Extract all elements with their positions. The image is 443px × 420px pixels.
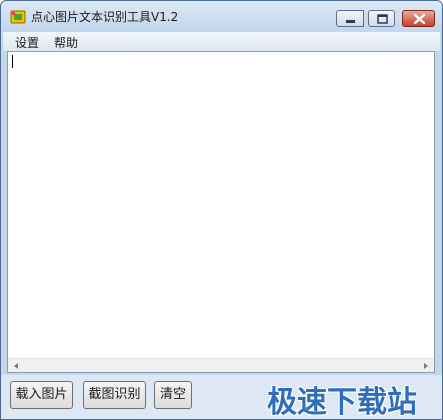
bottom-toolbar: 载入图片 截图识别 清空 极速下载站 (1, 375, 442, 419)
close-button[interactable] (402, 10, 435, 27)
clear-button[interactable]: 清空 (154, 381, 192, 409)
close-icon (413, 13, 426, 25)
load-image-button[interactable]: 载入图片 (10, 381, 73, 409)
scroll-right-arrow-icon[interactable] (421, 361, 431, 371)
menu-bar: 设置 帮助 (3, 32, 440, 51)
capture-recognize-button[interactable]: 截图识别 (83, 381, 146, 409)
menu-item-help[interactable]: 帮助 (54, 34, 78, 51)
minimize-button[interactable] (336, 10, 364, 27)
maximize-button[interactable] (368, 10, 395, 27)
window-title: 点心图片文本识别工具V1.2 (31, 10, 179, 24)
text-caret (12, 55, 13, 68)
maximize-icon (377, 14, 388, 24)
result-text-area[interactable] (7, 51, 435, 373)
site-watermark: 极速下载站 (267, 385, 417, 420)
scroll-left-arrow-icon[interactable] (11, 361, 21, 371)
app-window: 点心图片文本识别工具V1.2 设置 帮助 载入图片 截图识别 清空 极速下载站 (0, 0, 443, 420)
menu-item-settings[interactable]: 设置 (15, 34, 39, 51)
title-bar[interactable]: 点心图片文本识别工具V1.2 (1, 1, 442, 31)
app-logo-icon (10, 10, 26, 24)
horizontal-scrollbar[interactable] (8, 358, 434, 372)
minimize-icon (346, 20, 355, 23)
